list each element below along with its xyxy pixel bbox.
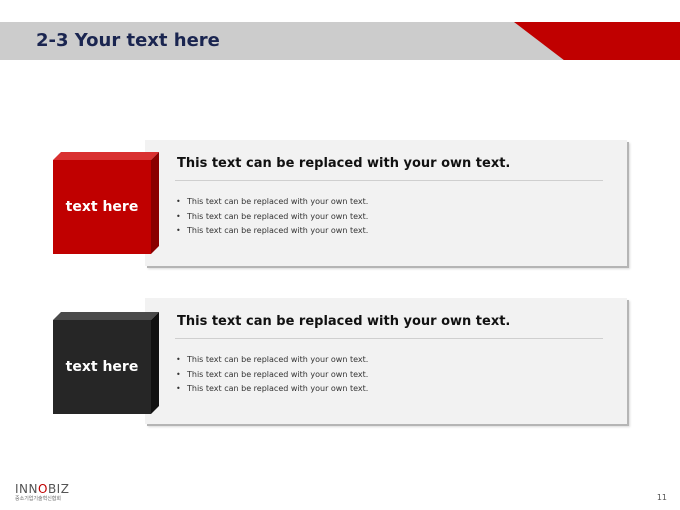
content-panel-1: This text can be replaced with your own … [145, 140, 627, 266]
list-item: This text can be replaced with your own … [175, 353, 368, 368]
cube-label: text here [65, 199, 139, 215]
panel-heading: This text can be replaced with your own … [177, 156, 511, 171]
bullet-list: This text can be replaced with your own … [175, 353, 368, 397]
divider [175, 180, 603, 181]
cube-label: text here [65, 359, 139, 375]
label-cube-2: text here [53, 312, 159, 414]
content-panel-2: This text can be replaced with your own … [145, 298, 627, 424]
bullet-list: This text can be replaced with your own … [175, 195, 368, 239]
divider [175, 338, 603, 339]
page-title: 2-3 Your text here [36, 30, 220, 51]
list-item: This text can be replaced with your own … [175, 382, 368, 397]
logo-subtitle: 중소기업기술혁신협회 [15, 496, 62, 502]
logo-wordmark: INNOBIZ [15, 482, 70, 496]
list-item: This text can be replaced with your own … [175, 195, 368, 210]
panel-heading: This text can be replaced with your own … [177, 314, 511, 329]
innobiz-logo: INNOBIZ 중소기업기술혁신협회 [15, 483, 75, 503]
list-item: This text can be replaced with your own … [175, 368, 368, 383]
list-item: This text can be replaced with your own … [175, 210, 368, 225]
page-number: 11 [656, 493, 667, 502]
label-cube-1: text here [53, 152, 159, 254]
list-item: This text can be replaced with your own … [175, 224, 368, 239]
